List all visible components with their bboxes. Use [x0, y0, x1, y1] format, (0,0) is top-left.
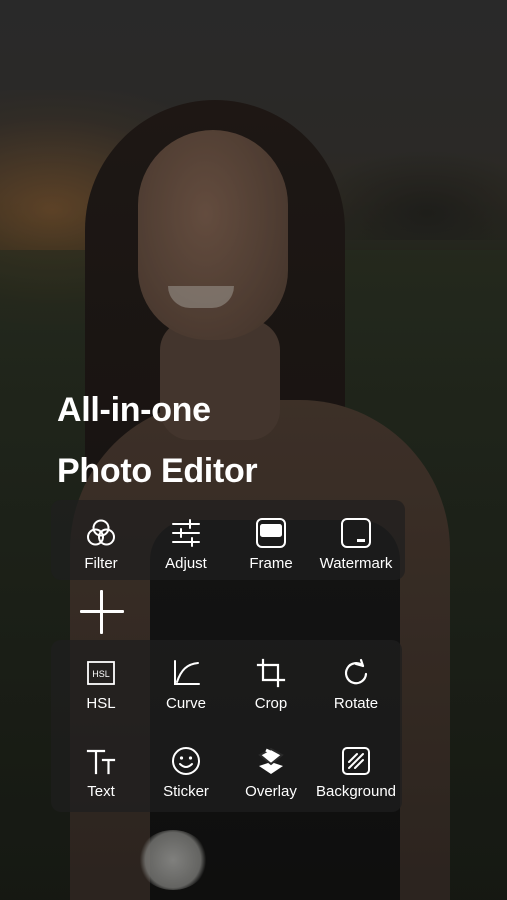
watermark-button[interactable]: Watermark: [313, 504, 399, 574]
background-label: Background: [315, 783, 397, 800]
curve-icon: [169, 656, 203, 690]
rotate-icon: [339, 656, 373, 690]
frame-label: Frame: [249, 555, 293, 572]
overlay-button[interactable]: Overlay: [228, 732, 314, 802]
rotate-label: Rotate: [333, 695, 379, 712]
sticker-button[interactable]: Sticker: [143, 732, 229, 802]
hsl-icon-text: HSL: [92, 669, 110, 679]
sticker-icon: [169, 744, 203, 778]
frame-button[interactable]: Frame: [228, 504, 314, 574]
frame-icon: [254, 516, 288, 550]
hsl-label: HSL: [86, 695, 116, 712]
text-label: Text: [87, 783, 115, 800]
filter-label: Filter: [84, 555, 118, 572]
curve-button[interactable]: Curve: [143, 644, 229, 714]
crop-label: Crop: [254, 695, 288, 712]
adjust-icon: [169, 516, 203, 550]
adjust-label: Adjust: [165, 555, 207, 572]
overlay-icon: [254, 744, 288, 778]
background-icon: [339, 744, 373, 778]
filter-button[interactable]: Filter: [58, 504, 144, 574]
background-button[interactable]: Background: [313, 732, 399, 802]
headline-line-1: All-in-one: [57, 391, 211, 429]
watermark-label: Watermark: [319, 555, 393, 572]
hsl-icon: HSL: [84, 656, 118, 690]
text-icon: [84, 744, 118, 778]
crop-button[interactable]: Crop: [228, 644, 314, 714]
overlay-label: Overlay: [245, 783, 297, 800]
watermark-icon: [339, 516, 373, 550]
sticker-label: Sticker: [163, 783, 209, 800]
headline: All-in-one Photo Editor: [57, 380, 258, 502]
adjust-button[interactable]: Adjust: [143, 504, 229, 574]
plus-icon: [80, 590, 124, 634]
hsl-button[interactable]: HSL HSL: [58, 644, 144, 714]
crop-icon: [254, 656, 288, 690]
headline-line-2: Photo Editor: [57, 452, 258, 490]
filter-icon: [84, 516, 118, 550]
curve-label: Curve: [165, 695, 206, 712]
advanced-tools-panel: HSL HSL Curve Crop Rotate Text Sticker O…: [51, 640, 402, 812]
text-button[interactable]: Text: [58, 732, 144, 802]
rotate-button[interactable]: Rotate: [313, 644, 399, 714]
basic-tools-panel: Filter Adjust Frame Watermark: [51, 500, 405, 580]
